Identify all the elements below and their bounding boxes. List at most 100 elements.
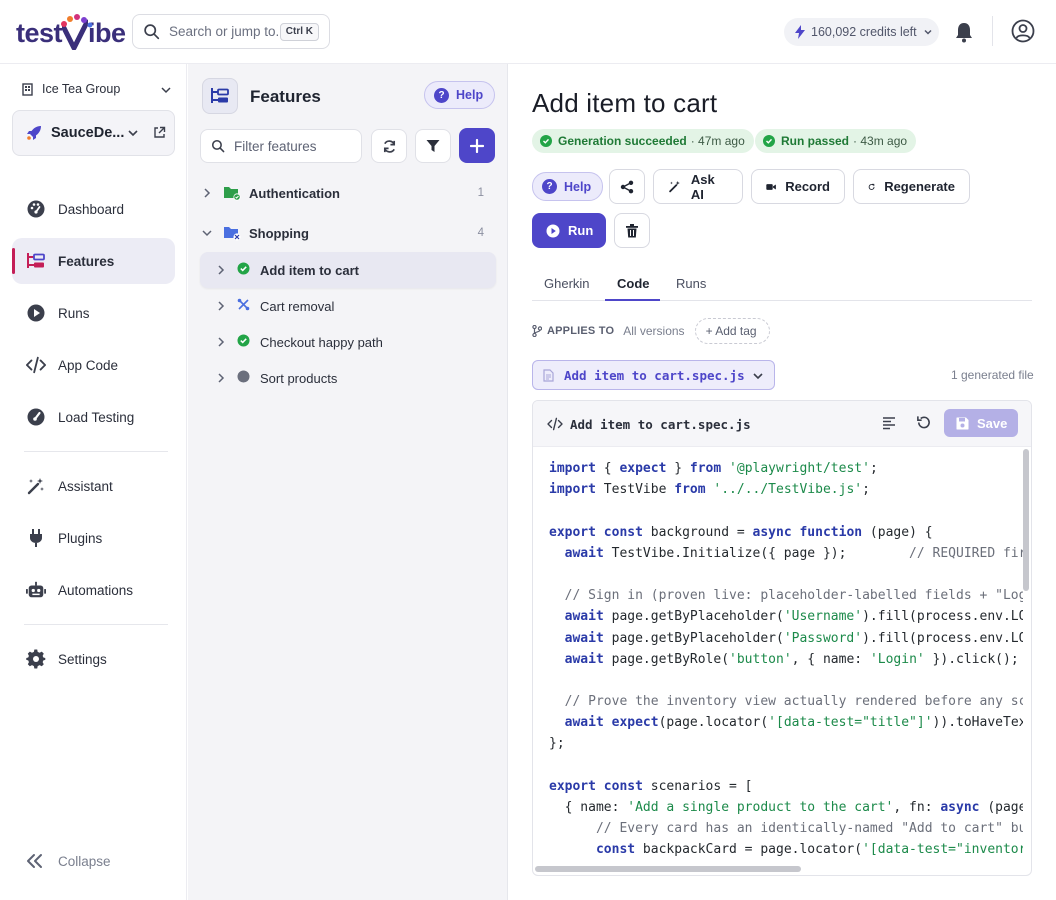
horizontal-scrollbar[interactable] — [535, 866, 801, 872]
global-search-input[interactable]: Search or jump to. Ctrl K — [132, 14, 330, 49]
nav-runs[interactable]: Runs — [12, 290, 175, 336]
nav-assistant[interactable]: Assistant — [12, 463, 175, 509]
save-button[interactable]: Save — [944, 409, 1018, 437]
code-line: // Every card has an identically-named "… — [533, 818, 1023, 839]
sidebar-divider — [24, 451, 168, 452]
group-authentication[interactable]: Authentication 1 — [200, 175, 496, 211]
org-switcher[interactable]: Ice Tea Group — [22, 82, 172, 96]
logo-text-part1: test — [16, 18, 63, 48]
project-switcher[interactable]: SauceDe... — [12, 110, 175, 156]
badge-time: · 47m ago — [690, 134, 745, 148]
chevron-right-icon[interactable] — [200, 188, 214, 198]
logo-dots-icon — [61, 14, 93, 28]
code-token: '[data-test="inventory- — [862, 842, 1023, 858]
code-token: expect — [611, 715, 659, 731]
code-token: import — [549, 482, 596, 498]
add-tag-button[interactable]: + Add tag — [694, 318, 770, 344]
feature-checkout-happy-path[interactable]: Checkout happy path — [200, 324, 496, 360]
user-account-icon[interactable] — [1011, 19, 1035, 43]
plug-icon — [30, 529, 42, 547]
nav-app-code[interactable]: App Code — [12, 342, 175, 388]
code-token: )).toHaveText( — [932, 715, 1023, 731]
nav-settings[interactable]: Settings — [12, 636, 175, 682]
feature-name: Checkout happy path — [260, 334, 383, 350]
undo-icon[interactable] — [916, 415, 931, 430]
code-token: expect — [619, 461, 667, 476]
code-token: background = — [642, 524, 753, 540]
code-line: import { expect } from '@playwright/test… — [533, 458, 1023, 479]
run-button[interactable]: Run — [532, 213, 606, 248]
record-button[interactable]: Record — [751, 169, 845, 204]
features-help-button[interactable]: ? Help — [424, 81, 496, 109]
nav-label: Automations — [58, 582, 134, 598]
ask-ai-button[interactable]: Ask AI — [653, 169, 743, 204]
code-body[interactable]: import { expect } from '@playwright/test… — [533, 458, 1023, 870]
code-token: await — [564, 545, 604, 561]
help-label: Help — [564, 179, 592, 194]
project-name: SauceDe... — [51, 125, 125, 141]
chevron-right-icon[interactable] — [214, 373, 228, 383]
nav-automations[interactable]: Automations — [12, 567, 175, 613]
chevron-right-icon[interactable] — [214, 337, 228, 347]
external-link-icon[interactable] — [153, 126, 166, 139]
code-token: // Every card has an identically-named "… — [595, 821, 1023, 837]
file-select-dropdown[interactable]: Add item to cart.spec.js — [532, 360, 775, 390]
delete-button[interactable] — [614, 213, 650, 248]
regenerate-button[interactable]: Regenerate — [853, 169, 970, 204]
tab-runs[interactable]: Runs — [676, 276, 706, 291]
help-button[interactable]: ? Help — [532, 172, 604, 201]
nav-dashboard[interactable]: Dashboard — [12, 186, 175, 232]
refresh-button[interactable] — [371, 129, 407, 163]
filter-features-input[interactable]: Filter features — [200, 129, 362, 163]
tab-gherkin[interactable]: Gherkin — [544, 276, 590, 291]
button-label: Save — [977, 415, 1008, 431]
group-name: Authentication — [249, 185, 340, 201]
code-line: export const background = async function… — [533, 522, 1023, 543]
generated-file-count: 1 generated file — [951, 368, 1034, 382]
trash-icon — [626, 223, 638, 237]
code-line: await TestVibe.Initialize({ page }); // … — [533, 543, 1023, 564]
code-token: async — [752, 524, 792, 540]
chevron-right-icon[interactable] — [214, 265, 228, 275]
code-token: { — [595, 461, 620, 476]
nav-plugins[interactable]: Plugins — [12, 515, 175, 561]
code-token: '../../TestVibe.js' — [713, 482, 863, 498]
add-feature-button[interactable] — [459, 128, 495, 163]
code-token: { name: — [549, 800, 628, 815]
code-token: 'Add a single product to the cart' — [627, 800, 894, 815]
vertical-scrollbar[interactable] — [1023, 449, 1029, 591]
notifications-bell-icon[interactable] — [954, 21, 974, 43]
code-token: scenarios = [ — [642, 778, 753, 794]
code-token: page.getByPlaceholder( — [603, 609, 784, 625]
filter-button[interactable] — [415, 129, 451, 163]
collapse-sidebar-button[interactable]: Collapse — [26, 853, 111, 869]
chevron-down-icon[interactable] — [200, 229, 214, 237]
group-shopping[interactable]: Shopping 4 — [200, 215, 496, 251]
chevron-right-icon[interactable] — [214, 301, 228, 311]
tab-code[interactable]: Code — [617, 276, 650, 291]
code-token: , fn: — [893, 800, 941, 815]
share-button[interactable] — [609, 169, 645, 204]
applies-to-value: All versions — [623, 324, 685, 338]
testvibe-logo[interactable]: test ibe — [16, 14, 126, 51]
nav-features[interactable]: Features — [12, 238, 175, 284]
code-token: from — [689, 461, 722, 476]
code-token: const — [595, 842, 636, 858]
nav-label: Runs — [58, 305, 90, 321]
nav-load-testing[interactable]: Load Testing — [12, 394, 175, 440]
nav-label: Assistant — [58, 478, 113, 494]
feature-add-item-to-cart[interactable]: Add item to cart — [200, 252, 496, 288]
format-align-icon[interactable] — [882, 416, 896, 430]
feature-cart-removal[interactable]: Cart removal — [200, 288, 496, 324]
code-token: 'button' — [729, 651, 792, 667]
check-circle-icon — [540, 135, 552, 147]
credits-dropdown[interactable]: 160,092 credits left — [784, 18, 939, 46]
feature-sort-products[interactable]: Sort products — [200, 360, 496, 396]
code-token: ).fill(process.env.LOGI — [862, 630, 1023, 646]
code-file-name: Add item to cart.spec.js — [570, 417, 751, 432]
code-token: (page.locator( — [658, 715, 769, 731]
